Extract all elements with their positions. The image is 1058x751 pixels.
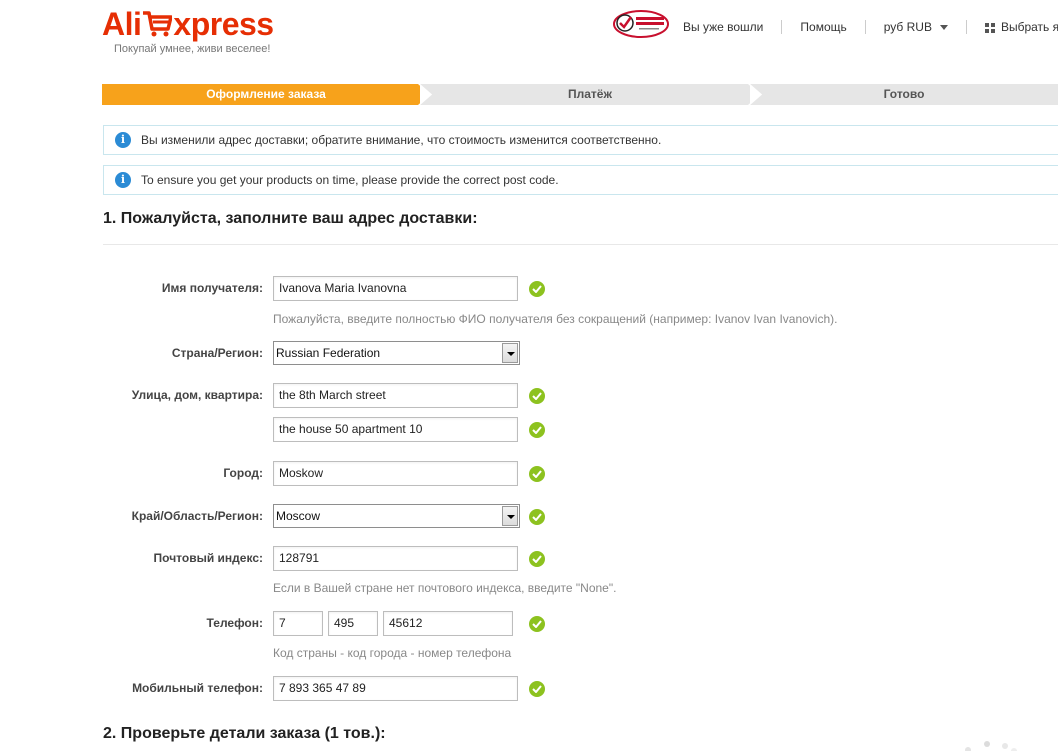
name-hint: Пожалуйста, введите полностью ФИО получа…: [273, 312, 838, 326]
section-shipping-title: 1. Пожалуйста, заполните ваш адрес доста…: [103, 210, 478, 227]
top-navigation: Вы уже вошли Помощь руб RUB Выбрать язык: [683, 18, 1058, 36]
verisign-secured-seal-icon[interactable]: [613, 9, 669, 39]
valid-check-icon: [529, 466, 545, 482]
country-value: Russian Federation: [276, 346, 381, 360]
mobile-label: Мобильный телефон:: [132, 681, 263, 695]
currency-label: руб RUB: [883, 20, 932, 34]
valid-check-icon: [529, 681, 545, 697]
nav-divider: [864, 20, 866, 34]
zip-input[interactable]: 128791: [273, 546, 518, 571]
section-order-details-title: 2. Проверьте детали заказа (1 тов.):: [103, 725, 386, 742]
info-icon: i: [115, 132, 131, 148]
recipient-name-input[interactable]: Ivanova Maria Ivanovna: [273, 276, 518, 301]
country-select[interactable]: Russian Federation: [273, 341, 520, 365]
city-label: Город:: [223, 466, 263, 480]
valid-check-icon: [529, 388, 545, 404]
country-label: Страна/Регион:: [171, 346, 263, 360]
nav-divider: [965, 20, 967, 34]
loading-spinner-icon: [960, 738, 1020, 751]
notice-address-changed: i Вы изменили адрес доставки; обратите в…: [103, 125, 1058, 155]
tagline: Покупай умнее, живи веселее!: [114, 43, 271, 55]
checkout-steps: Оформление заказа Платёж Готово: [102, 84, 1058, 105]
region-label: Край/Область/Регион:: [131, 509, 263, 523]
street-line2-input[interactable]: the house 50 apartment 10: [273, 417, 518, 442]
phone-city-code-input[interactable]: 495: [328, 611, 378, 636]
phone-label: Телефон:: [206, 616, 263, 630]
cart-logo-icon: [142, 9, 174, 37]
dropdown-arrow-icon: [502, 506, 518, 526]
zip-label: Почтовый индекс:: [153, 551, 263, 565]
step-payment: Платёж: [420, 84, 760, 105]
notice-text: Вы изменили адрес доставки; обратите вни…: [141, 133, 662, 147]
valid-check-icon: [529, 281, 545, 297]
valid-check-icon: [529, 616, 545, 632]
zip-hint: Если в Вашей стране нет почтового индекс…: [273, 581, 617, 595]
name-label: Имя получателя:: [161, 281, 263, 295]
region-value: Moscow: [276, 509, 321, 523]
city-input[interactable]: Moskow: [273, 461, 518, 486]
street-line1-input[interactable]: the 8th March street: [273, 383, 518, 408]
street-label: Улица, дом, квартира:: [131, 388, 263, 402]
nav-divider: [781, 20, 783, 34]
language-icon: [984, 22, 995, 33]
notice-text: To ensure you get your products on time,…: [141, 173, 559, 187]
step-order: Оформление заказа: [102, 84, 430, 105]
mobile-phone-input[interactable]: 7 893 365 47 89: [273, 676, 518, 701]
phone-country-code-input[interactable]: 7: [273, 611, 323, 636]
phone-number-input[interactable]: 45612: [383, 611, 513, 636]
info-icon: i: [115, 172, 131, 188]
valid-check-icon: [529, 422, 545, 438]
signed-in-link[interactable]: Вы уже вошли: [683, 20, 763, 34]
logo-text: Ali xpress: [102, 6, 274, 42]
notice-post-code: i To ensure you get your products on tim…: [103, 165, 1058, 195]
language-label: Выбрать язык: [1000, 20, 1058, 34]
step-order-label: Оформление заказа: [206, 87, 326, 101]
section-divider: [103, 244, 1058, 245]
step-done-label: Готово: [883, 87, 925, 101]
aliexpress-logo[interactable]: Ali xpress Покупай умнее, живи веселее!: [102, 6, 282, 58]
phone-hint: Код страны - код города - номер телефона: [273, 646, 512, 660]
region-select[interactable]: Moscow: [273, 504, 520, 528]
language-selector[interactable]: Выбрать язык: [984, 20, 1058, 34]
dropdown-arrow-icon: [502, 343, 518, 363]
step-payment-label: Платёж: [568, 87, 612, 101]
valid-check-icon: [529, 509, 545, 525]
currency-selector[interactable]: руб RUB: [884, 20, 948, 34]
logo-ali: Ali: [102, 6, 142, 42]
help-link[interactable]: Помощь: [800, 20, 846, 34]
logo-express: xpress: [173, 6, 274, 42]
valid-check-icon: [529, 551, 545, 567]
chevron-down-icon: [939, 24, 948, 30]
step-done: Готово: [750, 84, 1058, 105]
